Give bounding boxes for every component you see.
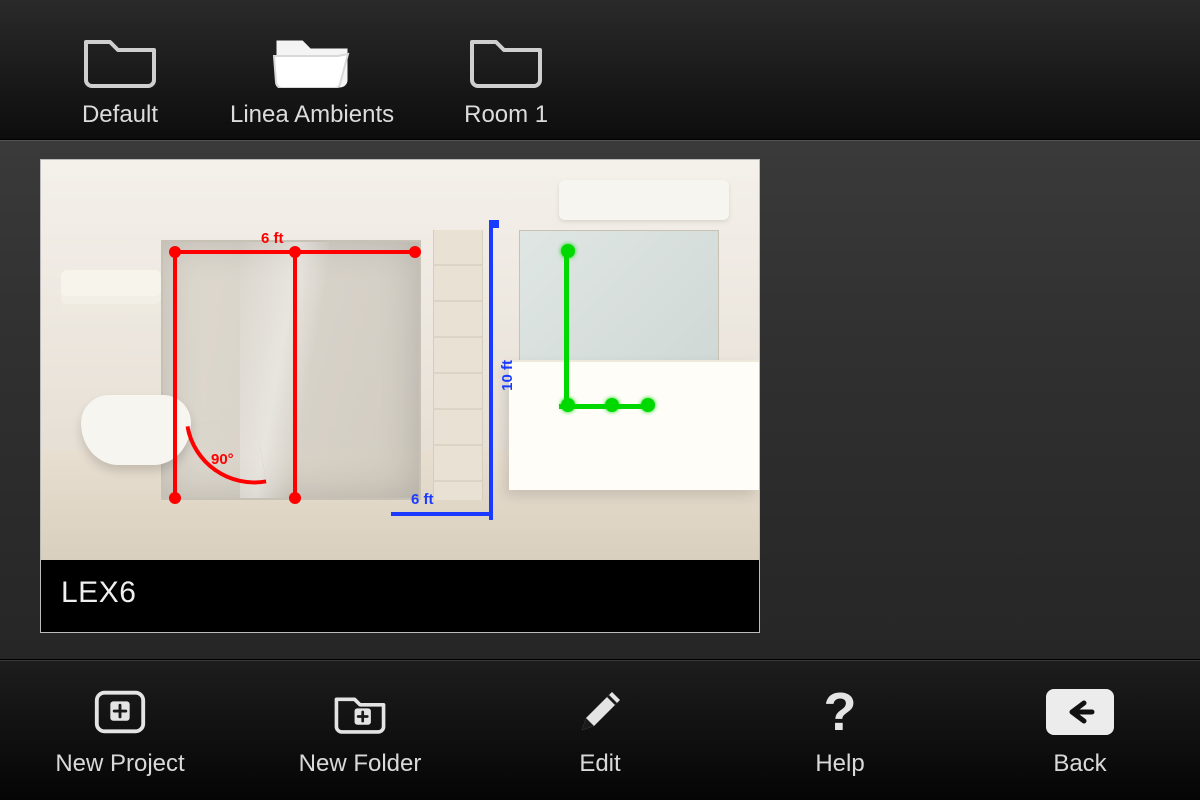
tool-label: Edit [579,750,620,778]
dimension-handle [289,492,301,504]
folder-icon [466,28,546,93]
new-project-icon [91,684,149,740]
dimension-line-red-left [173,250,177,500]
bottom-toolbar: New Project New Folder Edit [0,660,1200,800]
dimension-line-red-right [293,250,297,500]
project-grid: 10 ft 6 ft 6 ft 90° [0,140,1200,660]
dimension-label-width-top: 6 ft [261,230,284,247]
folder-tab-default[interactable]: Default [80,28,160,129]
new-folder-icon [331,684,389,740]
folder-open-icon [272,28,352,93]
folder-tab-label: Default [82,101,158,129]
new-folder-button[interactable]: New Folder [270,684,450,778]
project-title: LEX6 [41,560,759,632]
dimension-handle [561,398,575,412]
back-icon [1046,684,1114,740]
project-thumbnail: 10 ft 6 ft 6 ft 90° [41,160,759,560]
tool-label: Back [1053,750,1106,778]
tool-label: Help [815,750,864,778]
dimension-line-green-v [564,250,569,410]
dimension-label-height: 10 ft [499,360,516,391]
dimension-label-angle: 90° [211,451,234,468]
dimension-handle [169,492,181,504]
tool-label: New Folder [299,750,422,778]
edit-button[interactable]: Edit [510,684,690,778]
folder-tab-bar: Default Linea Ambients Room 1 [0,0,1200,140]
project-card-lex6[interactable]: 10 ft 6 ft 6 ft 90° [40,159,760,633]
dimension-handle [409,246,421,258]
folder-tab-linea-ambients[interactable]: Linea Ambients [230,28,394,129]
dimension-line-vertical [489,220,493,520]
folder-tab-label: Linea Ambients [230,101,394,129]
help-button[interactable]: ? Help [750,684,930,778]
dimension-line-horizontal [391,512,491,516]
folder-tab-label: Room 1 [464,101,548,129]
dimension-handle [169,246,181,258]
tool-label: New Project [55,750,184,778]
pencil-icon [571,684,629,740]
dimension-label-width-bottom: 6 ft [411,491,434,508]
dimension-handle [561,244,575,258]
dimension-handle [605,398,619,412]
folder-tab-room-1[interactable]: Room 1 [464,28,548,129]
folder-icon [80,28,160,93]
back-button[interactable]: Back [990,684,1170,778]
help-icon: ? [824,684,857,740]
new-project-button[interactable]: New Project [30,684,210,778]
dimension-handle [641,398,655,412]
dimension-handle [289,246,301,258]
